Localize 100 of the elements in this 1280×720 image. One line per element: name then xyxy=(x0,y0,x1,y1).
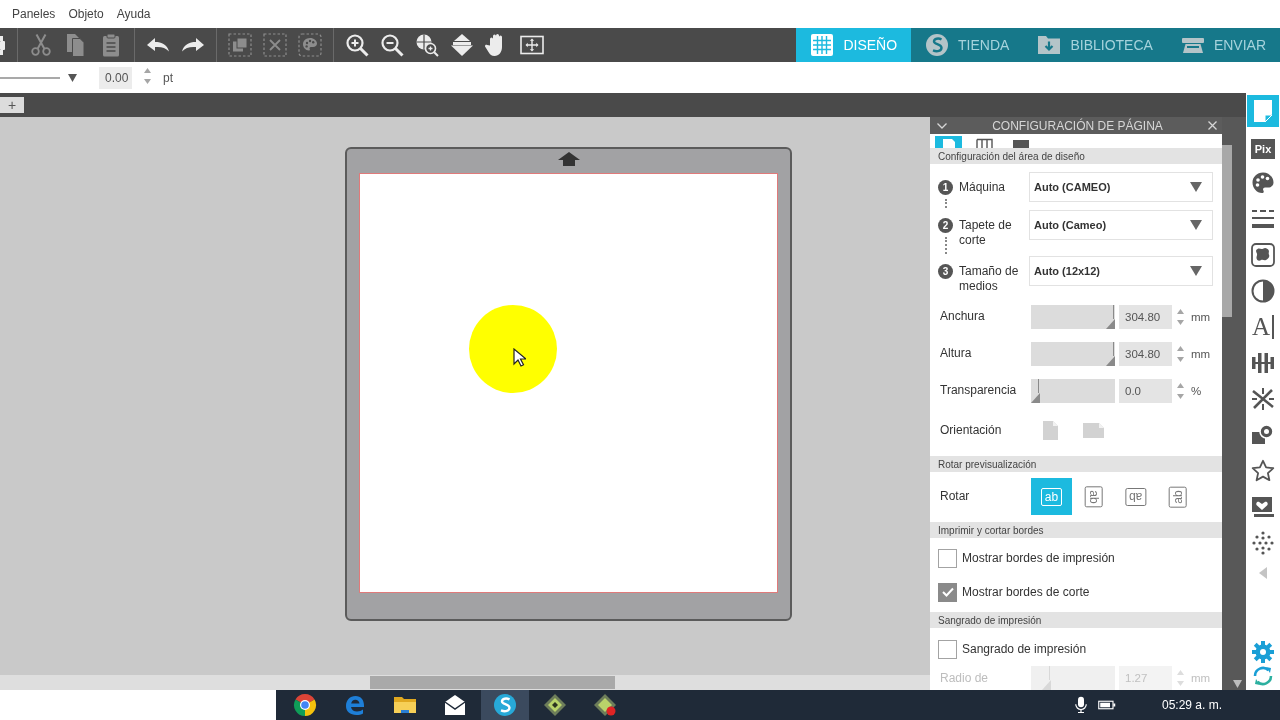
slider-track[interactable] xyxy=(1031,304,1115,329)
mouse-pointer-icon xyxy=(513,348,526,367)
diamond-app-icon[interactable] xyxy=(543,693,567,717)
rotate-option[interactable]: ab xyxy=(1073,478,1114,515)
star-icon[interactable] xyxy=(1251,459,1275,483)
unit-label: % xyxy=(1191,384,1202,397)
grid-icon xyxy=(810,33,835,57)
nav-tab[interactable]: TIENDA xyxy=(911,28,1024,62)
field-label: Orientación xyxy=(939,422,1003,438)
step-number: 3 xyxy=(938,264,953,279)
slider-thumb[interactable] xyxy=(1031,378,1040,403)
dropdown-arrow-icon xyxy=(68,73,77,82)
slider-track[interactable] xyxy=(1031,378,1115,403)
sync-icon[interactable] xyxy=(1251,664,1275,688)
slider-track[interactable] xyxy=(1031,666,1115,690)
asterisk-icon[interactable] xyxy=(1251,387,1275,411)
unit-label: mm xyxy=(1191,310,1211,323)
up-arrow-icon xyxy=(557,152,580,166)
close-icon[interactable] xyxy=(1208,121,1217,130)
trace-icon[interactable] xyxy=(1251,243,1275,267)
dotted-connector xyxy=(945,199,947,208)
highlight-circle-icon xyxy=(469,305,557,393)
dropdown-arrow-icon xyxy=(1190,182,1202,192)
field-label: Máquina xyxy=(959,179,1007,196)
printer-icon[interactable] xyxy=(0,33,6,57)
section-header: Rotar previsualización xyxy=(930,456,1222,472)
field-label: Tamaño de medios xyxy=(959,263,1020,294)
slider-track[interactable] xyxy=(1031,341,1115,366)
panel-title: CONFIGURACIÓN DE PÁGINA xyxy=(991,118,1164,133)
section-header: Imprimir y cortar bordes xyxy=(930,522,1222,538)
zoom-selection-icon[interactable] xyxy=(415,33,439,57)
dots-icon[interactable] xyxy=(1251,531,1275,555)
checkbox[interactable] xyxy=(938,582,957,602)
menu-item[interactable]: Objeto xyxy=(68,7,104,21)
clock-time[interactable]: 05:29 a. m. xyxy=(1161,698,1222,712)
dropdown[interactable]: Auto (Cameo) xyxy=(1029,210,1213,240)
menu-item[interactable]: Ayuda xyxy=(116,7,151,21)
browser-logo-icon[interactable] xyxy=(343,693,367,717)
unit-label: mm xyxy=(1191,672,1211,684)
line-sample xyxy=(0,76,60,79)
spinner-arrows-icon[interactable] xyxy=(1177,382,1184,399)
pix-button[interactable]: Pix xyxy=(1251,139,1275,159)
rotate-option[interactable]: ab xyxy=(1157,478,1198,515)
value-field[interactable]: 304.80 xyxy=(1119,341,1172,366)
unit-label: pt xyxy=(163,70,173,85)
field-label: Tapete de corte xyxy=(959,217,1013,248)
slider-thumb[interactable] xyxy=(1106,304,1115,329)
dropdown[interactable]: Auto (12x12) xyxy=(1029,256,1213,286)
step-number: 2 xyxy=(938,218,953,233)
checkbox[interactable] xyxy=(938,639,957,659)
slider-thumb[interactable] xyxy=(1106,341,1115,366)
value-field[interactable]: 0.0 xyxy=(1119,378,1172,403)
line-styles-icon[interactable] xyxy=(1251,207,1275,231)
nav-tab[interactable]: ENVIAR xyxy=(1166,28,1280,62)
spinner-arrows-icon[interactable] xyxy=(144,68,151,84)
menu-item[interactable]: Paneles xyxy=(12,7,56,21)
zoom-in-icon[interactable] xyxy=(345,33,369,57)
field-label: Radio de xyxy=(939,670,990,686)
palette-icon[interactable] xyxy=(1251,171,1275,195)
checkbox[interactable] xyxy=(938,548,957,568)
fit-page-icon[interactable] xyxy=(520,33,544,57)
folder-download-icon xyxy=(1037,33,1062,57)
field-label: Altura xyxy=(939,346,973,361)
scroll-down-icon[interactable] xyxy=(1232,680,1242,688)
checkmark-icon xyxy=(941,587,954,597)
section-header: Configuración del área de diseño xyxy=(930,148,1222,164)
field-label: Anchura xyxy=(939,309,986,324)
zoom-out-icon[interactable] xyxy=(380,33,404,57)
rotate-option[interactable]: ab xyxy=(1115,478,1156,515)
nav-tab[interactable]: BIBLIOTECA xyxy=(1023,28,1167,62)
text-tool-button[interactable]: A xyxy=(1251,315,1275,339)
chrome-logo-icon[interactable] xyxy=(293,693,317,717)
swirl-logo-icon xyxy=(925,33,950,57)
field-label: Transparencia xyxy=(939,383,1018,398)
page-icon[interactable] xyxy=(1247,95,1279,127)
checkbox-label: Sangrado de impresión xyxy=(962,642,1087,656)
value-field[interactable]: 304.80 xyxy=(1119,304,1172,329)
checkbox-label: Mostrar bordes de corte xyxy=(962,585,1090,599)
checkbox-label: Mostrar bordes de impresión xyxy=(962,551,1115,565)
page-tab-icon[interactable] xyxy=(935,136,962,148)
contrast-icon[interactable] xyxy=(1251,279,1275,303)
unit-label: mm xyxy=(1191,347,1211,360)
chevron-down-icon[interactable] xyxy=(937,122,947,129)
shapes-icon[interactable] xyxy=(1251,423,1275,447)
add-tab-button[interactable]: + xyxy=(0,97,24,113)
spinner-arrows-icon[interactable] xyxy=(1177,308,1184,325)
heart-screen-icon[interactable] xyxy=(1251,495,1275,519)
swirl-logo-icon[interactable] xyxy=(481,690,529,720)
diamond-app-alert-icon[interactable] xyxy=(593,693,617,717)
step-number: 1 xyxy=(938,180,953,195)
spinner-arrows-icon[interactable] xyxy=(1177,345,1184,362)
dropdown[interactable]: Auto (CAMEO) xyxy=(1029,172,1213,202)
section-header: Sangrado de impresión xyxy=(930,612,1222,628)
field-label: Rotar xyxy=(939,489,971,504)
align-icon[interactable] xyxy=(1251,351,1275,375)
line-width-field[interactable]: 0.00 xyxy=(99,66,132,89)
envelope-icon[interactable] xyxy=(443,693,467,717)
up-down-arrow-icon[interactable] xyxy=(450,33,474,57)
scrollbar-thumb[interactable] xyxy=(370,676,615,689)
scrollbar-thumb[interactable] xyxy=(1222,145,1232,317)
